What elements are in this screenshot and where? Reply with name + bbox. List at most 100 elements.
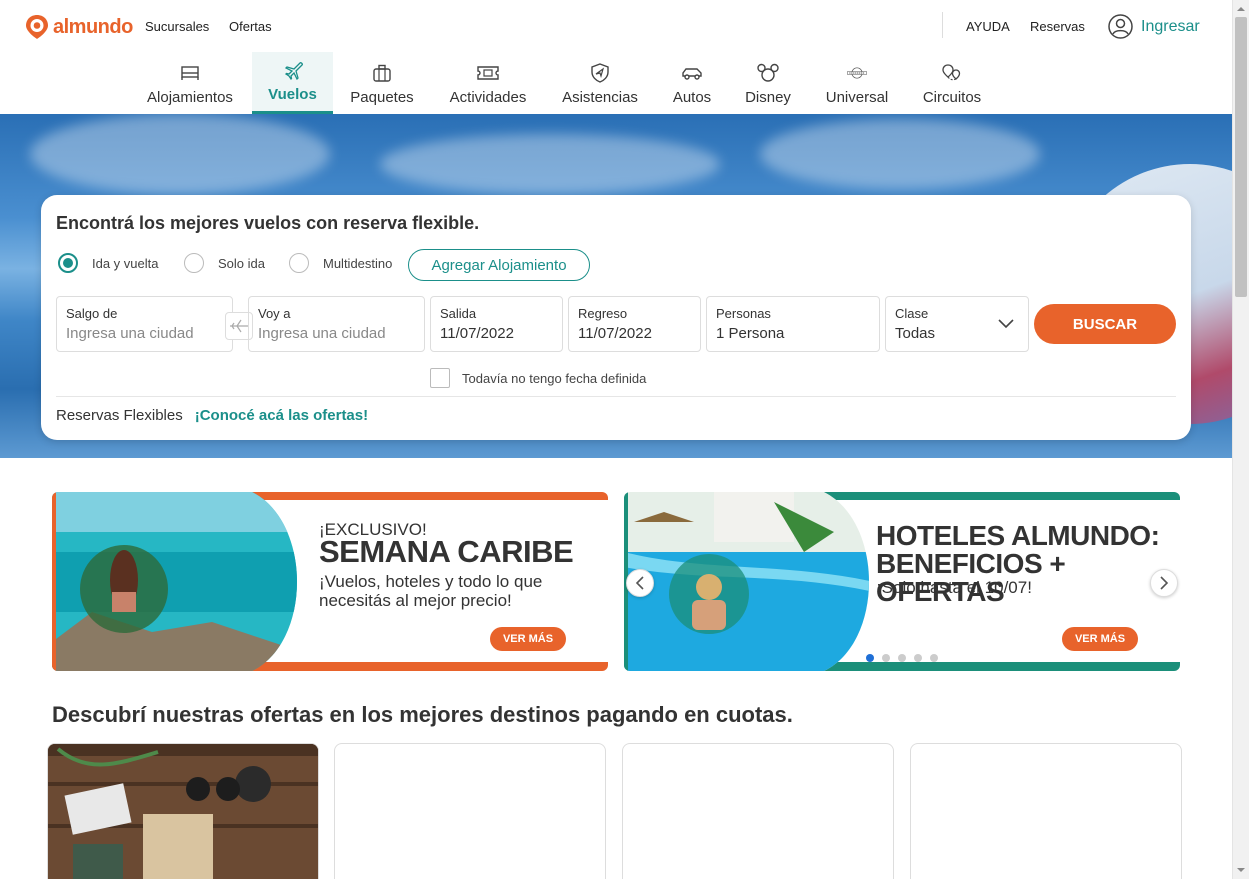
carousel-dot[interactable] xyxy=(898,654,906,662)
return-date-field[interactable]: Regreso 11/07/2022 xyxy=(568,296,701,352)
ver-mas-button[interactable]: VER MÁS xyxy=(1062,627,1138,651)
reservas-link[interactable]: Reservas xyxy=(1030,19,1085,34)
ver-mas-button[interactable]: VER MÁS xyxy=(490,627,566,651)
flexible-offers-link[interactable]: ¡Conocé acá las ofertas! xyxy=(195,407,368,424)
radio-unchecked-icon xyxy=(184,253,204,273)
passengers-field[interactable]: Personas 1 Persona xyxy=(706,296,880,352)
plane-icon xyxy=(282,60,304,80)
destination-field[interactable]: Voy a Ingresa una ciudad xyxy=(248,296,425,352)
banner-accent-strip xyxy=(824,492,1180,500)
offer-card[interactable] xyxy=(910,743,1182,879)
universal-globe-icon xyxy=(846,63,868,83)
hero-cloud xyxy=(760,119,1040,189)
add-lodging-button[interactable]: Agregar Alojamiento xyxy=(408,249,590,281)
origin-input[interactable]: Ingresa una ciudad xyxy=(66,325,223,342)
cabin-class-select[interactable]: Clase Todas xyxy=(885,296,1029,352)
no-date-checkbox[interactable]: Todavía no tengo fecha definida xyxy=(430,368,646,388)
destination-label: Voy a xyxy=(258,306,291,321)
tab-universal[interactable]: Universal xyxy=(818,52,896,114)
tab-label: Asistencias xyxy=(562,89,638,106)
no-date-label: Todavía no tengo fecha definida xyxy=(462,370,647,386)
banner-headline: SEMANA CARIBE xyxy=(319,534,574,569)
radio-unchecked-icon xyxy=(289,253,309,273)
search-title: Encontrá los mejores vuelos con reserva … xyxy=(56,213,480,233)
tab-actividades[interactable]: Actividades xyxy=(440,52,536,114)
carousel-prev-button[interactable] xyxy=(626,569,654,597)
offer-card[interactable] xyxy=(622,743,894,879)
card-divider xyxy=(56,396,1176,397)
departure-value: 11/07/2022 xyxy=(440,325,514,342)
scroll-up-arrow-icon[interactable] xyxy=(1233,2,1249,16)
hotel-pool-photo xyxy=(624,492,869,671)
product-nav: Alojamientos Vuelos Paquetes Actividades… xyxy=(0,52,1232,114)
location-pin-logo-icon xyxy=(26,15,48,39)
tab-label: Actividades xyxy=(449,89,527,106)
tab-label: Universal xyxy=(825,89,889,106)
tab-circuitos[interactable]: Circuitos xyxy=(916,52,988,114)
origin-field[interactable]: Salgo de Ingresa una ciudad xyxy=(56,296,233,352)
shield-icon xyxy=(589,63,611,83)
carousel-dot[interactable] xyxy=(930,654,938,662)
destination-input[interactable]: Ingresa una ciudad xyxy=(258,325,415,342)
carousel-dot-active[interactable] xyxy=(866,654,874,662)
radio-one-way[interactable]: Solo ida xyxy=(184,253,265,273)
radio-label: Multidestino xyxy=(323,255,393,271)
carousel-dots xyxy=(866,654,938,662)
login-label: Ingresar xyxy=(1141,17,1200,35)
scrollbar-thumb[interactable] xyxy=(1235,17,1247,297)
offers-section-title: Descubrí nuestras ofertas en los mejores… xyxy=(52,702,793,727)
offer-card[interactable] xyxy=(47,743,319,879)
page-scrollbar[interactable] xyxy=(1232,0,1249,879)
banner-subtitle: ¡Vuelos, hoteles y todo lo que necesitás… xyxy=(319,572,543,610)
scroll-down-arrow-icon[interactable] xyxy=(1233,863,1249,877)
ticket-icon xyxy=(477,63,499,83)
ayuda-link[interactable]: AYUDA xyxy=(966,19,1010,34)
hero-cloud xyxy=(380,134,720,194)
origin-label: Salgo de xyxy=(66,306,118,321)
login-button[interactable]: Ingresar xyxy=(1108,14,1200,39)
tab-label: Disney xyxy=(745,89,791,106)
ofertas-link[interactable]: Ofertas xyxy=(229,19,272,34)
plane-swap-icon xyxy=(230,319,248,333)
passengers-value: 1 Persona xyxy=(716,325,785,342)
top-bar: almundo Sucursales Ofertas AYUDA Reserva… xyxy=(0,0,1232,52)
tab-paquetes[interactable]: Paquetes xyxy=(342,52,422,114)
flight-search-card: Encontrá los mejores vuelos con reserva … xyxy=(41,195,1191,440)
radio-round-trip[interactable]: Ida y vuelta xyxy=(58,253,159,273)
tab-label: Autos xyxy=(672,89,712,106)
departure-date-field[interactable]: Salida 11/07/2022 xyxy=(430,296,563,352)
tab-label: Circuitos xyxy=(922,89,982,106)
radio-label: Solo ida xyxy=(218,255,265,271)
brand-name: almundo xyxy=(53,15,133,38)
checkbox-icon xyxy=(430,368,450,388)
flexible-bookings-row: Reservas Flexibles ¡Conocé acá las ofert… xyxy=(56,407,368,424)
sucursales-link[interactable]: Sucursales xyxy=(145,19,209,34)
page: almundo Sucursales Ofertas AYUDA Reserva… xyxy=(0,0,1249,879)
almundo-logo[interactable]: almundo xyxy=(25,14,133,40)
banner-subtitle: ¡Solo hasta el 10/07! xyxy=(876,578,1032,597)
radio-label: Ida y vuelta xyxy=(92,255,159,271)
offer-card[interactable] xyxy=(334,743,606,879)
carousel-dot[interactable] xyxy=(882,654,890,662)
promo-banner-hoteles-almundo[interactable]: HOTELES ALMUNDO: BENEFICIOS + OFERTAS ¡S… xyxy=(624,492,1180,671)
carousel-dot[interactable] xyxy=(914,654,922,662)
departure-label: Salida xyxy=(440,306,477,321)
tab-asistencias[interactable]: Asistencias xyxy=(554,52,646,114)
promo-banner-semana-caribe[interactable]: ¡EXCLUSIVO! SEMANA CARIBE ¡Vuelos, hotel… xyxy=(52,492,608,671)
radio-checked-icon xyxy=(58,253,78,273)
hero-cloud xyxy=(30,114,330,194)
map-pins-icon xyxy=(941,63,963,83)
tab-vuelos[interactable]: Vuelos xyxy=(252,52,333,114)
bed-icon xyxy=(179,63,201,83)
return-value: 11/07/2022 xyxy=(578,325,652,342)
tab-label: Vuelos xyxy=(268,86,317,103)
suitcase-icon xyxy=(371,63,393,83)
tab-disney[interactable]: Disney xyxy=(738,52,798,114)
tab-autos[interactable]: Autos xyxy=(666,52,718,114)
tab-alojamientos[interactable]: Alojamientos xyxy=(140,52,240,114)
radio-multi-destination[interactable]: Multidestino xyxy=(289,253,392,273)
search-button[interactable]: BUSCAR xyxy=(1034,304,1176,344)
header-divider xyxy=(942,12,943,38)
carousel-next-button[interactable] xyxy=(1150,569,1178,597)
chevron-right-icon xyxy=(1160,576,1169,590)
